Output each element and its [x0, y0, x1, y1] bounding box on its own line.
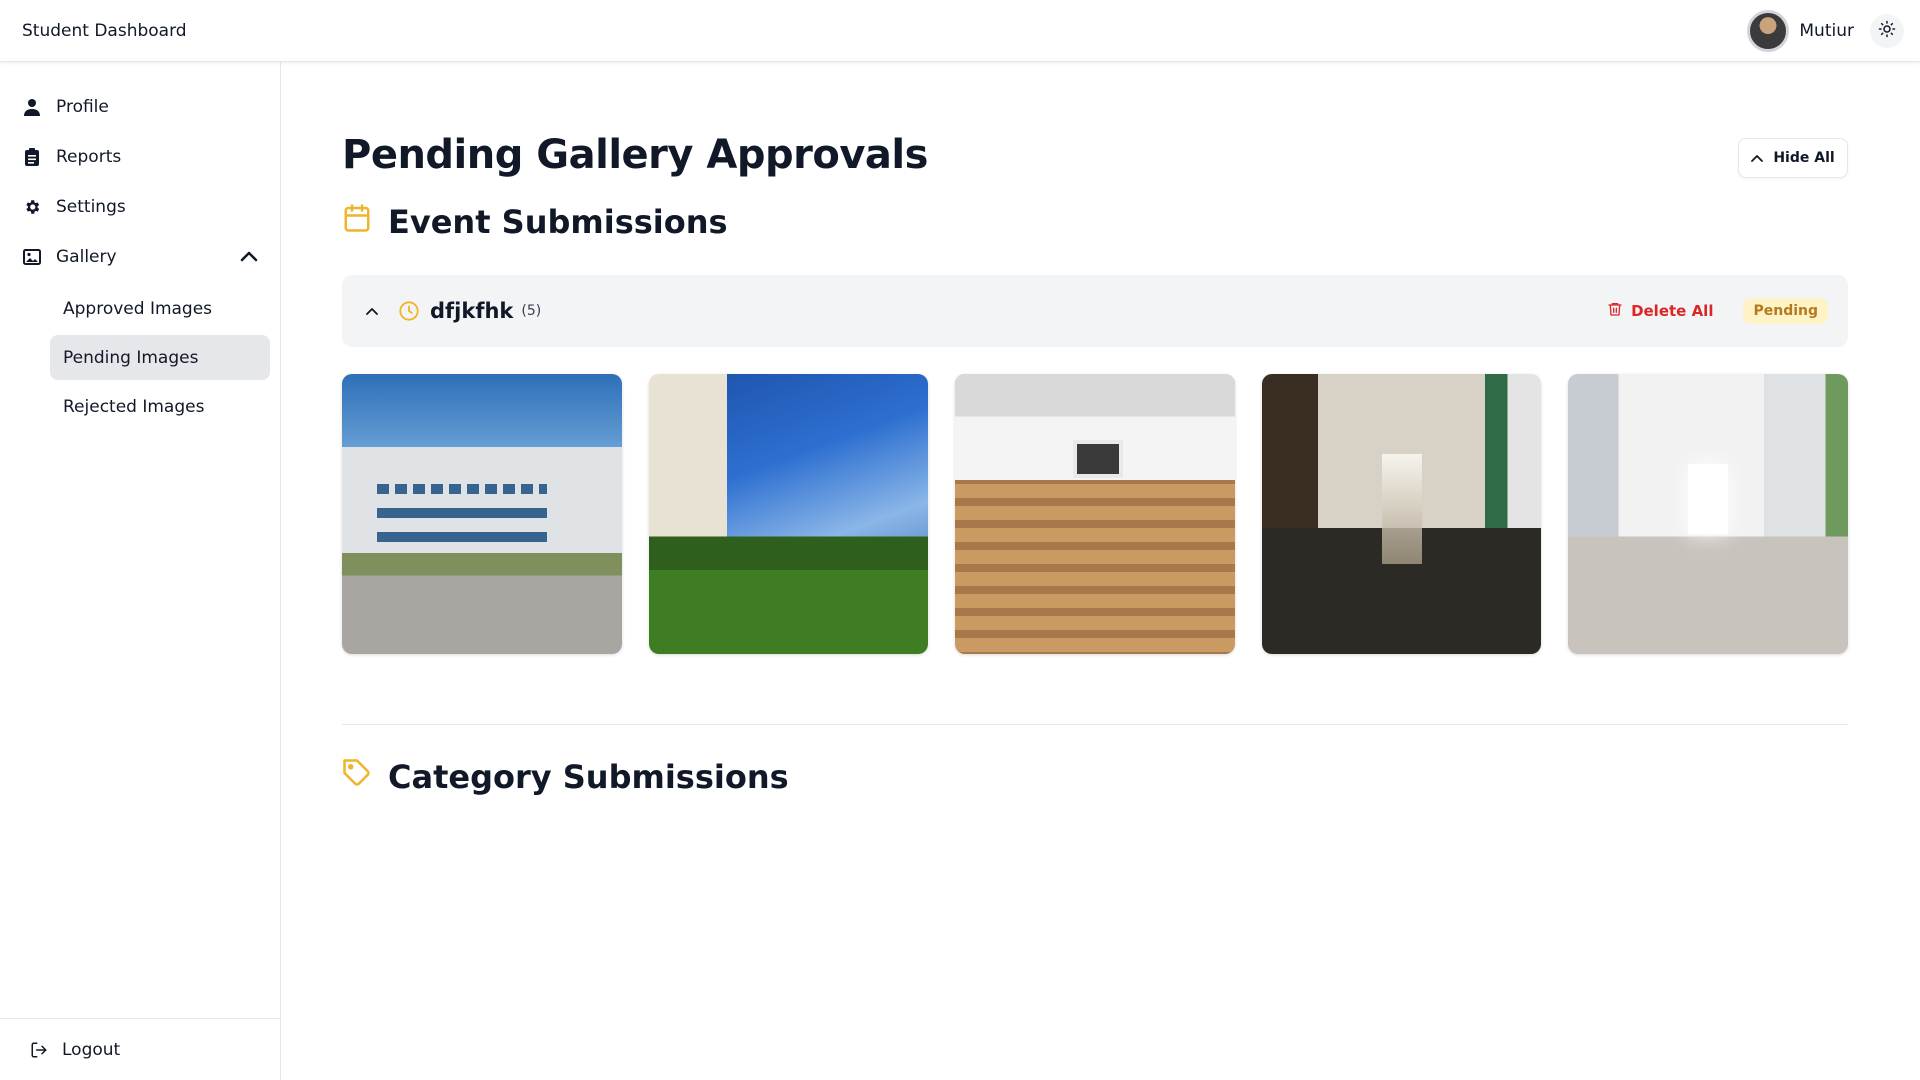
status-badge: Pending [1743, 298, 1828, 324]
clock-icon [398, 300, 420, 322]
calendar-icon [342, 203, 372, 241]
submission-group-header: dfjkfhk (5) Delete All Pending [342, 275, 1848, 347]
sidebar-subitem-approved-images[interactable]: Approved Images [50, 286, 270, 331]
theme-toggle-button[interactable] [1870, 13, 1904, 48]
chevron-up-icon[interactable] [362, 301, 382, 321]
logout-icon [30, 1041, 48, 1059]
chevron-up-icon [1751, 150, 1764, 166]
gear-icon [22, 197, 42, 217]
username[interactable]: Mutiur [1799, 21, 1854, 41]
sidebar-item-label: Reports [56, 147, 122, 167]
gallery-image[interactable] [955, 374, 1235, 654]
delete-all-button[interactable]: Delete All [1607, 300, 1713, 322]
image-icon [22, 247, 42, 267]
sidebar-item-label: Gallery [56, 247, 117, 267]
category-submissions-heading: Category Submissions [342, 758, 789, 796]
delete-all-label: Delete All [1631, 302, 1714, 320]
avatar[interactable] [1747, 9, 1790, 52]
group-actions: Delete All Pending [1607, 298, 1828, 324]
image-grid [342, 374, 1848, 654]
sidebar-nav: Profile Reports Settings Gallery Approve… [0, 62, 280, 429]
group-count: (5) [521, 303, 542, 319]
page-title: Pending Gallery Approvals [342, 132, 928, 178]
section-title: Event Submissions [388, 203, 728, 241]
hide-all-label: Hide All [1773, 150, 1835, 166]
tag-icon [342, 758, 372, 796]
user-area: Mutiur [1747, 9, 1904, 52]
group-name: dfjkfhk [430, 299, 514, 323]
gallery-image[interactable] [342, 374, 622, 654]
sidebar-item-label: Settings [56, 197, 126, 217]
chevron-up-icon[interactable] [240, 247, 258, 267]
sidebar-item-gallery[interactable]: Gallery [0, 232, 280, 282]
sidebar-item-label: Profile [56, 97, 109, 117]
app-title: Student Dashboard [22, 20, 187, 41]
sidebar-item-profile[interactable]: Profile [0, 82, 280, 132]
clipboard-icon [22, 147, 42, 167]
hide-all-button[interactable]: Hide All [1738, 138, 1848, 178]
event-submissions-heading: Event Submissions [342, 203, 728, 241]
gallery-image[interactable] [1261, 374, 1542, 654]
user-icon [22, 97, 42, 117]
sidebar-item-settings[interactable]: Settings [0, 182, 280, 232]
sidebar: Profile Reports Settings Gallery Approve… [0, 62, 281, 1080]
section-title: Category Submissions [388, 758, 789, 796]
sidebar-subitem-pending-images[interactable]: Pending Images [50, 335, 270, 380]
logout-label: Logout [62, 1039, 121, 1060]
sidebar-item-reports[interactable]: Reports [0, 132, 280, 182]
gallery-image[interactable] [648, 374, 929, 654]
trash-icon [1607, 300, 1623, 322]
sidebar-subitem-rejected-images[interactable]: Rejected Images [50, 384, 270, 429]
section-divider [342, 724, 1848, 725]
gallery-image[interactable] [1568, 374, 1848, 654]
logout-button[interactable]: Logout [0, 1018, 280, 1080]
sun-icon [1878, 20, 1896, 42]
top-bar: Student Dashboard Mutiur [0, 0, 1920, 62]
